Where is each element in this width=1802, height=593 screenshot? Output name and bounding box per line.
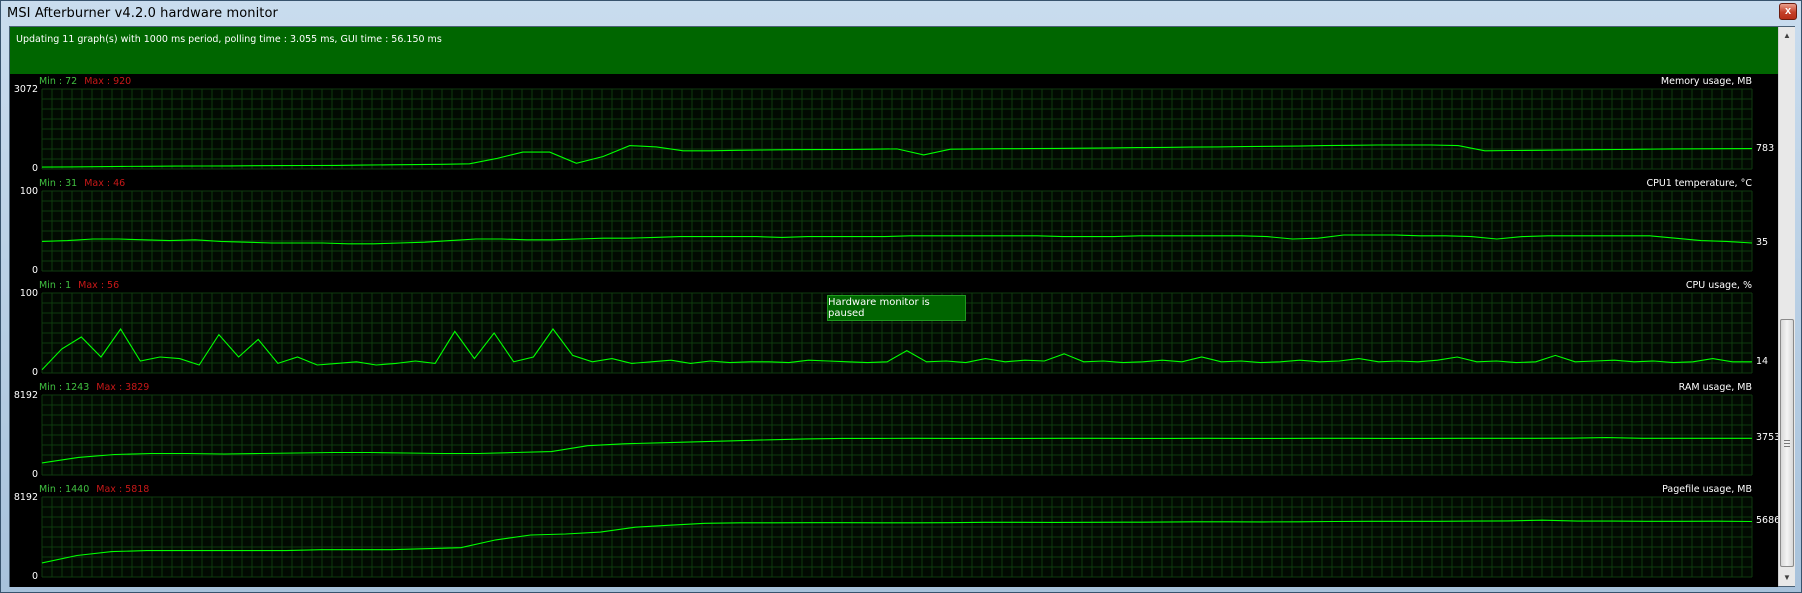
min-value-label: Min : 72 xyxy=(39,76,78,87)
min-value-label: Min : 1440 xyxy=(39,484,90,495)
graph-title: CPU1 temperature, °C xyxy=(1646,178,1752,189)
y-axis-min-label: 0 xyxy=(31,163,38,174)
graph-title: RAM usage, MB xyxy=(1678,382,1752,393)
max-value-label: Max : 46 xyxy=(84,178,126,189)
scroll-down-arrow-icon[interactable]: ▼ xyxy=(1779,569,1795,586)
paused-banner: Hardware monitor is paused xyxy=(827,295,966,321)
y-axis-max-label: 8192 xyxy=(13,492,38,503)
y-axis-max-label: 100 xyxy=(19,186,38,197)
monitor-client-area: Updating 11 graph(s) with 1000 ms period… xyxy=(9,26,1795,587)
y-axis-max-label: 3072 xyxy=(13,84,38,95)
status-text: Updating 11 graph(s) with 1000 ms period… xyxy=(16,34,442,45)
status-bar: Updating 11 graph(s) with 1000 ms period… xyxy=(10,27,1778,74)
graph-panel xyxy=(41,190,1753,272)
graph-title: CPU usage, % xyxy=(1685,280,1752,291)
app-window: MSI Afterburner v4.2.0 hardware monitor … xyxy=(0,0,1802,593)
y-axis-max-label: 8192 xyxy=(13,390,38,401)
max-value-label: Max : 920 xyxy=(84,76,132,87)
current-value-label: 14 xyxy=(1756,355,1769,367)
y-axis-min-label: 0 xyxy=(31,469,38,480)
min-max-readout: Min : 72 Max : 920 xyxy=(39,76,131,87)
min-max-readout: Min : 31 Max : 46 xyxy=(39,178,125,189)
close-button[interactable]: x xyxy=(1779,3,1797,20)
max-value-label: Max : 56 xyxy=(78,280,120,291)
scroll-thumb[interactable] xyxy=(1780,319,1794,567)
current-value-label: 783 xyxy=(1756,142,1775,154)
y-axis-min-label: 0 xyxy=(31,367,38,378)
graph-panel xyxy=(41,394,1753,476)
min-value-label: Min : 1243 xyxy=(39,382,90,393)
vertical-scrollbar[interactable]: ▲ ▼ xyxy=(1778,27,1795,586)
max-value-label: Max : 3829 xyxy=(96,382,150,393)
y-axis-min-label: 0 xyxy=(31,265,38,276)
graph-panel xyxy=(41,88,1753,170)
max-value-label: Max : 5818 xyxy=(96,484,150,495)
graph-title: Pagefile usage, MB xyxy=(1662,484,1752,495)
min-value-label: Min : 1 xyxy=(39,280,72,291)
graphs-canvas xyxy=(41,88,1753,578)
current-value-label: 5686 xyxy=(1756,515,1781,527)
title-bar[interactable]: MSI Afterburner v4.2.0 hardware monitor … xyxy=(1,1,1801,26)
window-title: MSI Afterburner v4.2.0 hardware monitor xyxy=(7,6,279,21)
min-max-readout: Min : 1 Max : 56 xyxy=(39,280,119,291)
grip-icon xyxy=(1784,439,1790,447)
current-value-label: 35 xyxy=(1756,237,1769,248)
graph-panel xyxy=(41,496,1753,578)
min-value-label: Min : 31 xyxy=(39,178,78,189)
current-value-label: 3753 xyxy=(1756,432,1781,444)
graph-title: Memory usage, MB xyxy=(1660,76,1752,87)
scroll-up-arrow-icon[interactable]: ▲ xyxy=(1779,27,1795,44)
y-axis-max-label: 100 xyxy=(19,288,38,299)
min-max-readout: Min : 1440 Max : 5818 xyxy=(39,484,149,495)
graph-area[interactable]: Memory usage, MB 3072 0 783 Min : 72 Max : 92… xyxy=(10,74,1781,587)
y-axis-min-label: 0 xyxy=(31,571,38,582)
min-max-readout: Min : 1243 Max : 3829 xyxy=(39,382,149,393)
